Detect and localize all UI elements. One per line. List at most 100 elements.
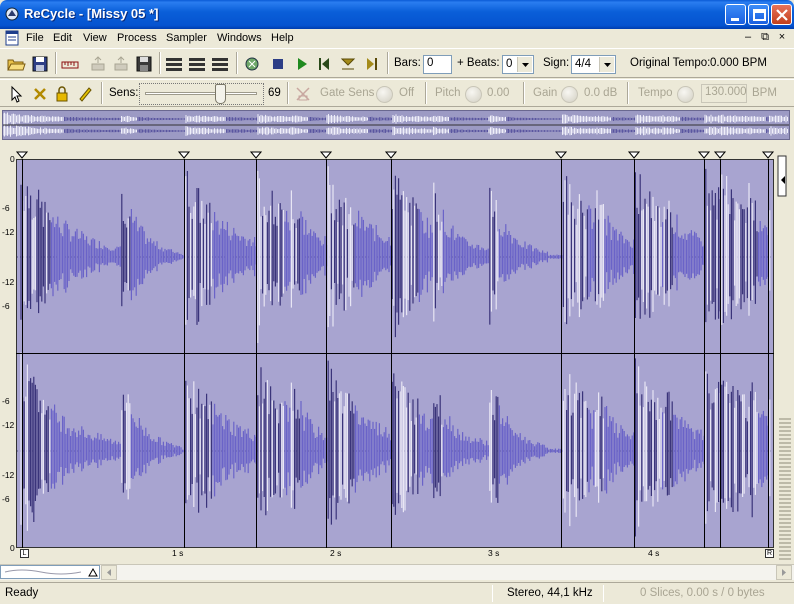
tempo-knob[interactable]: [677, 86, 694, 103]
sens-slider-track[interactable]: [145, 92, 257, 95]
toolbar-separator: [387, 52, 389, 74]
toolbar-separator: [627, 82, 629, 104]
view-mode-1-icon[interactable]: [164, 54, 184, 74]
slice-line[interactable]: [561, 159, 562, 548]
sign-label: Sign:: [543, 57, 570, 69]
send-to-sampler-icon[interactable]: [111, 54, 131, 74]
db-label: 0: [10, 154, 15, 164]
slice-marker-handle[interactable]: [698, 151, 710, 159]
save-slices-icon[interactable]: [134, 54, 154, 74]
loop-icon[interactable]: [338, 54, 358, 74]
open-folder-icon[interactable]: [6, 54, 26, 74]
slice-marker-handle[interactable]: [762, 151, 774, 159]
slice-line[interactable]: [326, 159, 327, 548]
save-disk-icon[interactable]: [30, 54, 50, 74]
db-scale: 0 -6 -12 -12 -6 -6 -12 -12 -6 0: [0, 150, 16, 553]
pitch-knob[interactable]: [465, 86, 482, 103]
slice-marker-handle[interactable]: [16, 151, 28, 159]
play-icon[interactable]: [292, 54, 312, 74]
slice-line[interactable]: [256, 159, 257, 548]
slice-marker-handle[interactable]: [628, 151, 640, 159]
close-button[interactable]: [771, 4, 792, 25]
sign-dropdown[interactable]: 4/4: [571, 55, 616, 74]
db-label: -12: [2, 227, 15, 237]
stop-icon[interactable]: [268, 54, 288, 74]
status-ready: Ready: [5, 587, 39, 599]
tools-toolbar: Sens: 69 Gate Sens Off Pitch 0.00 Gain 0…: [0, 79, 794, 107]
main-toolbar: Bars: 0 + Beats: 0 Sign: 4/4 Original Te…: [0, 48, 794, 78]
slice-marker-handle[interactable]: [714, 151, 726, 159]
slice-line[interactable]: [22, 159, 23, 548]
time-label: 2 s: [330, 548, 342, 558]
menu-help[interactable]: Help: [271, 32, 294, 44]
overview-strip[interactable]: [2, 110, 790, 140]
mdi-restore-button[interactable]: ⧉: [757, 31, 773, 45]
status-slices: 0 Slices, 0.00 s / 0 bytes: [640, 587, 765, 599]
maximize-button[interactable]: [748, 4, 769, 25]
menu-edit[interactable]: Edit: [53, 32, 72, 44]
view-mode-3-icon[interactable]: [210, 54, 230, 74]
slice-marker-handle[interactable]: [178, 151, 190, 159]
right-locator-marker[interactable]: R: [765, 549, 774, 558]
menu-bar: File Edit View Process Sampler Windows H…: [0, 29, 794, 48]
slice-line[interactable]: [184, 159, 185, 548]
tempo-unit: BPM: [752, 87, 777, 99]
bars-input[interactable]: 0: [423, 55, 452, 74]
menu-process[interactable]: Process: [117, 32, 157, 44]
scroll-left-button[interactable]: [101, 565, 117, 580]
pencil-tool-icon[interactable]: [75, 84, 95, 104]
slice-line[interactable]: [720, 159, 721, 548]
silence-tool-icon[interactable]: [30, 84, 50, 104]
left-locator-marker[interactable]: L: [20, 549, 29, 558]
zoom-slider[interactable]: [0, 565, 100, 579]
ruler-icon[interactable]: [60, 54, 80, 74]
view-mode-2-icon[interactable]: [187, 54, 207, 74]
mdi-close-button[interactable]: ×: [774, 31, 790, 45]
preview-speaker-icon[interactable]: [242, 54, 262, 74]
gate-icon[interactable]: [293, 84, 313, 104]
document-icon[interactable]: [5, 30, 19, 46]
menu-sampler[interactable]: Sampler: [166, 32, 207, 44]
recycle-window: ReCycle - [Missy 05 *] File Edit View Pr…: [0, 0, 794, 604]
title-bar[interactable]: ReCycle - [Missy 05 *]: [0, 0, 794, 29]
horizontal-scrollbar[interactable]: [0, 564, 794, 580]
mdi-minimize-button[interactable]: –: [740, 31, 756, 45]
beats-dropdown[interactable]: 0: [502, 55, 534, 74]
gate-sens-label: Gate Sens: [320, 87, 375, 99]
slice-marker-handle[interactable]: [385, 151, 397, 159]
time-label: 3 s: [488, 548, 500, 558]
time-ruler: L 1 s 2 s 3 s 4 s R: [16, 548, 774, 560]
recycle-app-icon: [5, 7, 19, 21]
slice-line[interactable]: [704, 159, 705, 548]
skip-back-icon[interactable]: [314, 54, 334, 74]
export-icon[interactable]: [88, 54, 108, 74]
db-label: -6: [2, 396, 10, 406]
gain-value: 0.0 dB: [584, 87, 618, 99]
sign-value: 4/4: [575, 58, 591, 70]
slice-marker-handle[interactable]: [250, 151, 262, 159]
chevron-down-icon[interactable]: [599, 57, 614, 72]
gate-sens-knob[interactable]: [376, 86, 393, 103]
gain-knob[interactable]: [561, 86, 578, 103]
menu-view[interactable]: View: [83, 32, 107, 44]
slice-marker-handle[interactable]: [320, 151, 332, 159]
slice-line[interactable]: [768, 159, 769, 548]
slice-line[interactable]: [391, 159, 392, 548]
menu-file[interactable]: File: [26, 32, 44, 44]
toolbar-separator: [236, 52, 238, 74]
slice-line[interactable]: [634, 159, 635, 548]
db-label: -6: [2, 203, 10, 213]
skip-forward-icon[interactable]: [362, 54, 382, 74]
minimize-button[interactable]: [725, 4, 746, 25]
lock-tool-icon[interactable]: [52, 84, 72, 104]
time-label: 1 s: [172, 548, 184, 558]
channel-divider: [16, 353, 774, 354]
menu-windows[interactable]: Windows: [217, 32, 262, 44]
chevron-down-icon[interactable]: [517, 57, 532, 72]
pointer-tool-icon[interactable]: [7, 84, 27, 104]
sens-value: 69: [268, 87, 281, 99]
slice-marker-handle[interactable]: [555, 151, 567, 159]
tempo-input[interactable]: 130.000: [701, 84, 747, 103]
sens-slider-thumb[interactable]: [215, 84, 226, 104]
scroll-right-button[interactable]: [776, 565, 792, 580]
